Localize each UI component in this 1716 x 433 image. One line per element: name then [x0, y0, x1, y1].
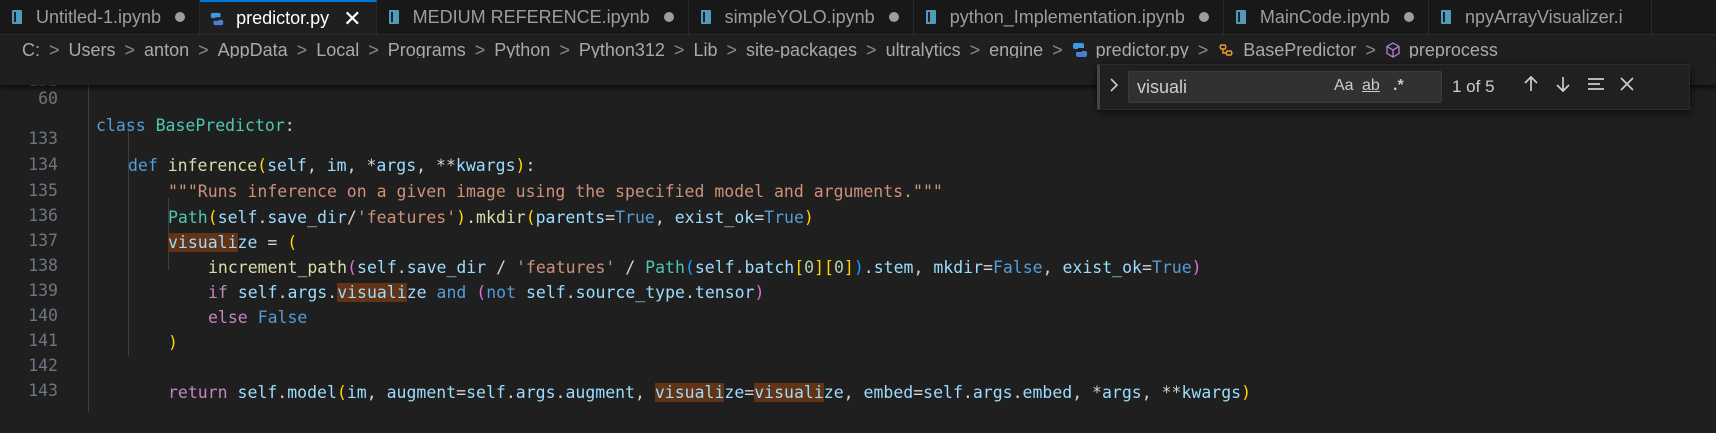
- code-line[interactable]: 135 Path(self.save_dir/'features').mkdir…: [0, 150, 1716, 227]
- tab-untitled-1-ipynb[interactable]: Untitled-1.ipynb: [0, 0, 201, 34]
- code-line[interactable]: 141: [0, 300, 1716, 350]
- toggle-replace-chevron-icon[interactable]: [1108, 76, 1120, 99]
- next-match-arrow-down-icon[interactable]: [1554, 74, 1572, 100]
- tab-python-implementation-ipynb[interactable]: python_Implementation.ipynb: [914, 0, 1224, 34]
- keyword-class: class: [96, 116, 146, 135]
- match-case-toggle[interactable]: Aa: [1334, 77, 1354, 95]
- tab-label: MainCode.ipynb: [1259, 6, 1390, 27]
- tab-label: npyArrayVisualizer.i: [1464, 6, 1623, 27]
- notebook-file-icon: [924, 8, 938, 26]
- tab-label: python_Implementation.ipynb: [949, 6, 1185, 27]
- tab-maincode-ipynb[interactable]: MainCode.ipynb: [1224, 0, 1429, 34]
- unsaved-dot-icon[interactable]: [1198, 12, 1209, 22]
- code-line[interactable]: 136 visualize = (: [0, 175, 1716, 252]
- code-line[interactable]: 139 else False: [0, 250, 1716, 327]
- use-regex-toggle[interactable]: .*: [1393, 77, 1404, 95]
- tab-label: simpleYOLO.ipynb: [724, 6, 875, 27]
- previous-match-arrow-up-icon[interactable]: [1522, 74, 1540, 100]
- tab-label: Untitled-1.ipynb: [36, 6, 162, 27]
- notebook-file-icon: [699, 8, 713, 26]
- find-in-selection-icon[interactable]: [1586, 74, 1606, 100]
- code-editor[interactable]: 60 class BasePredictor: 132 133 def infe…: [0, 58, 1716, 412]
- code-line[interactable]: 143: [0, 350, 1716, 400]
- notebook-file-icon: [1234, 8, 1248, 26]
- tab-npyarrayvisualizer-i[interactable]: npyArrayVisualizer.i: [1429, 0, 1652, 34]
- tab-medium-reference-ipynb[interactable]: MEDIUM REFERENCE.ipynb: [377, 0, 689, 34]
- line-number: 143: [28, 381, 58, 400]
- class-symbol-icon: [1217, 42, 1235, 58]
- find-widget: visuali Aa ab .* 1 of 5: [1097, 64, 1690, 110]
- unsaved-dot-icon[interactable]: [175, 12, 186, 22]
- code-line[interactable]: 142 return self.model(im, augment=self.a…: [0, 325, 1716, 402]
- code-line[interactable]: 137 increment_path(self.save_dir / 'feat…: [0, 200, 1716, 277]
- unsaved-dot-icon[interactable]: [663, 12, 674, 22]
- code-line[interactable]: 140 ): [0, 275, 1716, 352]
- tab-simpleyolo-ipynb[interactable]: simpleYOLO.ipynb: [689, 0, 914, 34]
- unsaved-dot-icon[interactable]: [888, 12, 899, 22]
- tab-label: predictor.py: [236, 8, 330, 28]
- notebook-file-icon: [10, 8, 24, 26]
- search-match-highlight: visuali: [654, 383, 725, 402]
- match-whole-word-toggle[interactable]: ab: [1362, 77, 1380, 95]
- code-line[interactable]: 138 if self.args.visualize and (not self…: [0, 225, 1716, 302]
- notebook-file-icon: [387, 8, 401, 26]
- line-number: 60: [38, 89, 58, 108]
- editor-tab-bar: Untitled-1.ipynb predictor.py ✕ MEDIUM REFE…: [0, 0, 1716, 35]
- python-file-icon: [210, 10, 224, 28]
- tab-predictor-py[interactable]: predictor.py ✕: [200, 0, 377, 34]
- python-file-icon: [1072, 42, 1088, 58]
- close-tab-icon[interactable]: ✕: [343, 7, 361, 30]
- class-name: BasePredictor: [155, 116, 285, 135]
- tab-label: MEDIUM REFERENCE.ipynb: [412, 6, 650, 27]
- match-count: 1 of 5: [1452, 77, 1495, 96]
- close-find-icon[interactable]: [1618, 74, 1636, 100]
- method-symbol-icon: [1385, 42, 1401, 58]
- notebook-file-icon: [1439, 8, 1453, 26]
- search-match-highlight: visuali: [754, 383, 824, 402]
- unsaved-dot-icon[interactable]: [1403, 12, 1414, 22]
